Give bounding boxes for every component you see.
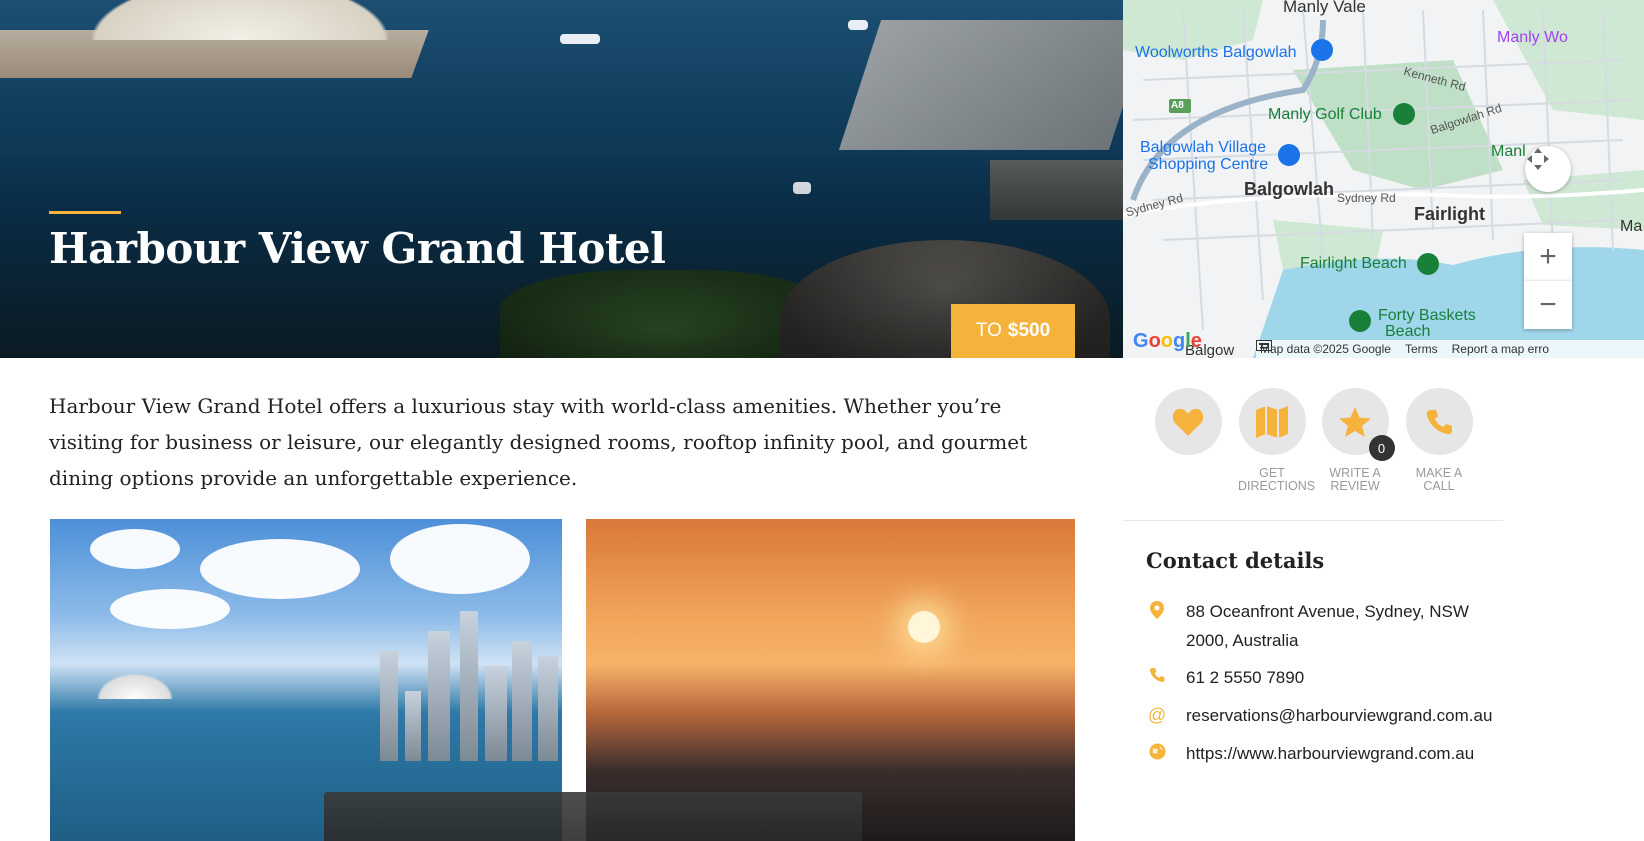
map-label: Balgowlah Village [1140, 139, 1267, 156]
divider [1123, 520, 1503, 521]
sun [908, 611, 940, 643]
map-attribution: Map data ©2025 Google Terms Report a map… [1256, 340, 1644, 358]
globe-icon [1146, 739, 1168, 768]
page-title: Harbour View Grand Hotel [49, 224, 666, 273]
zoom-in-button[interactable]: + [1524, 233, 1572, 281]
location-pin-icon [1146, 597, 1168, 655]
sidebar: GET DIRECTIONS 0 WRITE A REVIEW MAKE A C… [1123, 358, 1503, 841]
price-badge: TO $500 [951, 304, 1075, 358]
contact-details-heading: Contact details [1146, 548, 1325, 573]
favorite-button[interactable] [1154, 388, 1222, 467]
make-call-button[interactable]: MAKE A CALL [1405, 388, 1473, 493]
map-terms-link[interactable]: Terms [1405, 342, 1438, 356]
building [460, 611, 478, 761]
action-label: WRITE A REVIEW [1329, 466, 1381, 493]
cloud [90, 529, 180, 569]
get-directions-button[interactable]: GET DIRECTIONS [1238, 388, 1316, 493]
heart-icon [1172, 408, 1204, 436]
building [380, 651, 398, 761]
map-pan-control[interactable] [1525, 146, 1571, 192]
map-label: Manly Vale [1283, 0, 1366, 16]
contact-website[interactable]: https://www.harbourviewgrand.com.au [1146, 739, 1526, 768]
map-data-text: Map data ©2025 Google [1260, 342, 1391, 356]
map-label: Fairlight Beach [1300, 255, 1407, 272]
google-logo: Google [1133, 330, 1202, 352]
map-label: A8 [1171, 100, 1184, 111]
map-label: Manly Golf Club [1268, 106, 1382, 123]
action-circle[interactable] [1154, 388, 1222, 455]
contact-address: 88 Oceanfront Avenue, Sydney, NSW 2000, … [1146, 597, 1506, 655]
building [512, 641, 532, 761]
map-label: Balgowlah [1244, 179, 1335, 199]
action-circle[interactable] [1238, 388, 1306, 455]
map-label: Fairlight [1414, 204, 1485, 224]
map-label: Manly Wo [1497, 29, 1568, 46]
email-link[interactable]: reservations@harbourviewgrand.com.au [1186, 701, 1526, 730]
price-prefix: TO [975, 320, 1002, 341]
contact-phone[interactable]: 61 2 5550 7890 [1146, 663, 1506, 692]
action-circle[interactable]: 0 [1321, 388, 1395, 461]
phone-icon [1146, 663, 1168, 692]
address-text: 88 Oceanfront Avenue, Sydney, NSW 2000, … [1186, 602, 1469, 650]
hotel-description: Harbour View Grand Hotel offers a luxuri… [49, 394, 1028, 490]
map-icon [1256, 405, 1288, 438]
cloud [200, 539, 360, 599]
hero-banner: Harbour View Grand Hotel TO $500 [0, 0, 1123, 358]
map-label: Sydney Rd [1337, 191, 1396, 205]
phone-icon [1426, 409, 1452, 434]
contact-email[interactable]: @ reservations@harbourviewgrand.com.au [1146, 701, 1526, 730]
map-label: Beach [1385, 323, 1431, 340]
zoom-out-button[interactable]: − [1524, 281, 1572, 329]
cloud [110, 589, 230, 629]
action-circle[interactable] [1405, 388, 1473, 455]
review-count-badge: 0 [1368, 435, 1395, 461]
website-link[interactable]: https://www.harbourviewgrand.com.au [1186, 739, 1526, 768]
bottom-overlay-bar [324, 792, 862, 841]
map-label: Woolworths Balgowlah [1135, 44, 1297, 61]
move-icon [1527, 148, 1549, 170]
title-accent-line [49, 211, 121, 214]
building [428, 631, 450, 761]
map-label: Manl [1491, 143, 1526, 160]
opera-house [90, 669, 180, 699]
price-value: $500 [1007, 320, 1051, 341]
building [485, 666, 507, 761]
map-label: Ma [1620, 218, 1643, 235]
keyboard-icon[interactable] [1256, 340, 1272, 351]
action-label: GET DIRECTIONS [1238, 466, 1316, 493]
phone-text[interactable]: 61 2 5550 7890 [1186, 663, 1506, 692]
cloud [390, 524, 530, 594]
building [405, 691, 421, 761]
write-review-button[interactable]: 0 WRITE A REVIEW [1321, 388, 1395, 493]
star-icon [1339, 406, 1371, 437]
map-label: Shopping Centre [1148, 156, 1269, 173]
action-label: MAKE A CALL [1415, 466, 1463, 493]
building [538, 656, 558, 761]
at-sign-icon: @ [1147, 705, 1167, 725]
map-report-link[interactable]: Report a map erro [1452, 342, 1549, 356]
location-map[interactable]: Manly Vale Woolworths Balgowlah Manly Wo… [1123, 0, 1644, 358]
